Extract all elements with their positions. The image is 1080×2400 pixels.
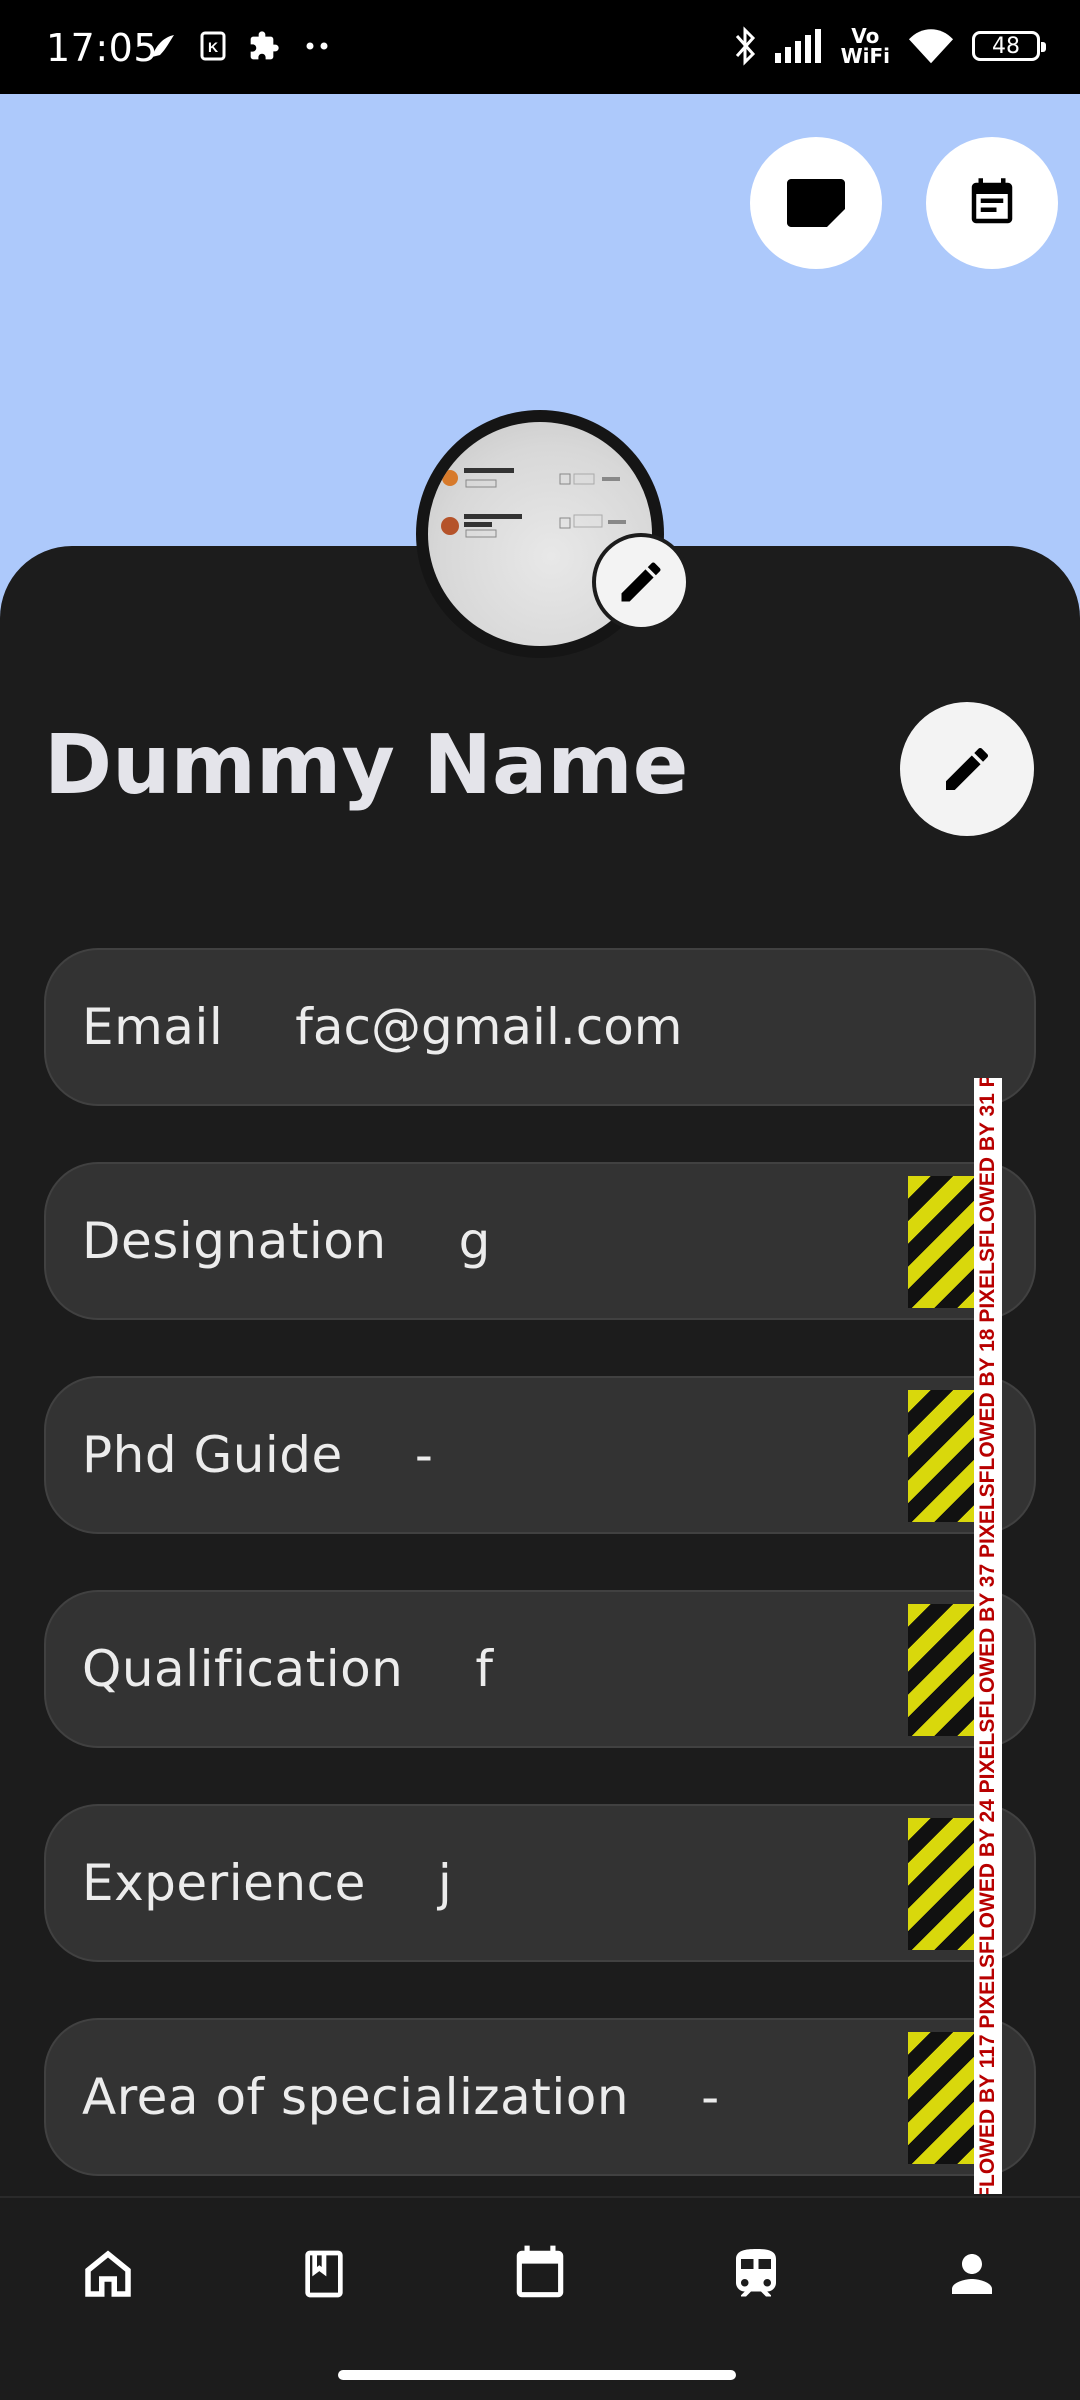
more-dots-icon: [306, 42, 328, 50]
qualification-row: Qualification f: [44, 1590, 1036, 1748]
pencil-icon: [946, 747, 989, 790]
nav-transport[interactable]: [716, 2234, 796, 2314]
profile-name: Dummy Name: [44, 718, 689, 813]
status-bar: 17:05 K Vo WiFi 48: [0, 0, 1080, 94]
experience-value: j: [437, 1854, 452, 1912]
vowifi-icon: Vo WiFi: [841, 26, 890, 66]
specialization-label: Area of specialization: [82, 2068, 630, 2126]
vowifi-line2: WiFi: [840, 44, 890, 68]
swoosh-app-icon: [152, 35, 174, 57]
note-button[interactable]: [750, 137, 882, 269]
overflow-stripes: [908, 1604, 980, 1736]
calendar-icon: [516, 2245, 564, 2298]
system-icons: Vo WiFi 48: [733, 26, 1046, 66]
overflow-warning: OVERFLOWED BY 117 PIXELSFLOWED BY 24 PIX…: [974, 1078, 1002, 2194]
vowifi-line1: Vo: [851, 24, 880, 48]
battery-level: 48: [992, 33, 1020, 59]
note-icon: [787, 179, 845, 227]
phd-guide-label: Phd Guide: [82, 1426, 343, 1484]
overflow-stripes: [908, 2032, 980, 2164]
overflow-stripes: [908, 1818, 980, 1950]
overflow-stripes: [908, 1390, 980, 1522]
nav-profile[interactable]: [932, 2234, 1012, 2314]
person-icon: [952, 2254, 992, 2294]
pencil-icon: [621, 562, 661, 602]
gesture-bar[interactable]: [338, 2370, 736, 2380]
k-app-icon: K: [200, 31, 226, 61]
overflow-warning-text: OVERFLOWED BY 117 PIXELSFLOWED BY 24 PIX…: [976, 1078, 999, 2194]
notification-icons: K: [148, 30, 332, 62]
overflow-stripes: [908, 1176, 980, 1308]
bookmark-book-icon: [305, 2250, 343, 2298]
specialization-row: Area of specialization -: [44, 2018, 1036, 2176]
nav-home[interactable]: [68, 2234, 148, 2314]
svg-text:K: K: [208, 39, 218, 55]
qualification-label: Qualification: [82, 1640, 404, 1698]
email-value: fac@gmail.com: [295, 998, 683, 1056]
qualification-value: f: [475, 1640, 493, 1698]
wifi-icon: [908, 29, 954, 64]
designation-row: Designation g: [44, 1162, 1036, 1320]
status-time: 17:05: [46, 26, 159, 70]
puzzle-icon: [250, 31, 279, 60]
experience-label: Experience: [82, 1854, 366, 1912]
phd-guide-value: -: [414, 1426, 433, 1484]
nav-calendar[interactable]: [500, 2234, 580, 2314]
avatar-edit-button[interactable]: [592, 533, 690, 631]
signal-icon: [774, 29, 821, 63]
email-row: Email fac@gmail.com: [44, 948, 1036, 1106]
designation-label: Designation: [82, 1212, 387, 1270]
experience-row: Experience j: [44, 1804, 1036, 1962]
edit-name-button[interactable]: [900, 702, 1034, 836]
calendar-button[interactable]: [926, 137, 1058, 269]
bluetooth-icon: [735, 26, 755, 66]
email-label: Email: [82, 998, 224, 1056]
event-note-icon: [971, 178, 1013, 224]
designation-value: g: [458, 1212, 491, 1270]
nav-bookmarks[interactable]: [284, 2234, 364, 2314]
phd-guide-row: Phd Guide -: [44, 1376, 1036, 1534]
home-icon: [85, 2250, 131, 2297]
train-icon: [736, 2249, 776, 2297]
battery-icon: 48: [972, 31, 1046, 61]
specialization-value: -: [701, 2068, 720, 2126]
